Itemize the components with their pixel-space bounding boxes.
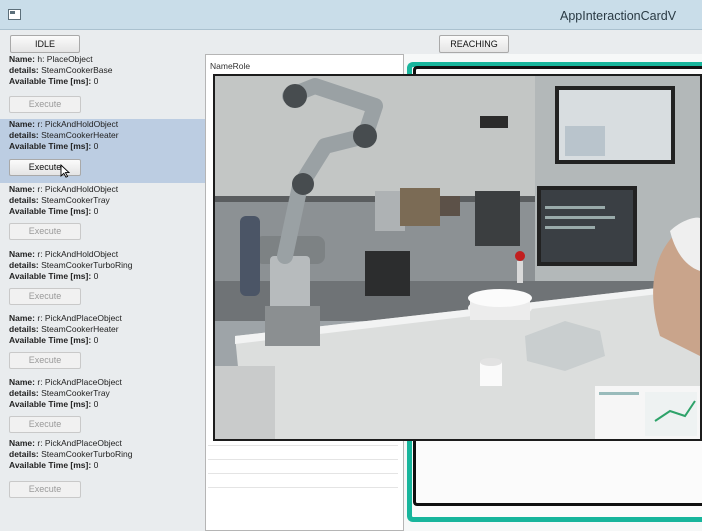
list-divider xyxy=(208,459,398,460)
execute-button[interactable]: Execute xyxy=(9,96,81,113)
details-label: details: xyxy=(9,65,39,75)
reaching-state-button[interactable]: REACHING xyxy=(439,35,509,53)
task-item: Name: h: PlaceObject details: SteamCooke… xyxy=(0,54,205,118)
task-item: Name: r: PickAndPlaceObject details: Ste… xyxy=(0,313,205,377)
available-time-value: 0 xyxy=(93,460,99,470)
task-details: SteamCookerTurboRing xyxy=(41,449,133,459)
task-name: r: PickAndPlaceObject xyxy=(37,313,122,323)
task-details: SteamCookerHeater xyxy=(41,324,119,334)
execute-button[interactable]: Execute xyxy=(9,288,81,305)
execute-button[interactable]: Execute xyxy=(9,223,81,240)
available-time-value: 0 xyxy=(93,271,99,281)
task-details: SteamCookerTurboRing xyxy=(41,260,133,270)
list-divider xyxy=(208,445,398,446)
list-divider xyxy=(208,473,398,474)
list-divider xyxy=(208,487,398,488)
task-item: Name: r: PickAndPlaceObject details: Ste… xyxy=(0,438,205,502)
task-name: r: PickAndHoldObject xyxy=(37,249,119,259)
available-time-value: 0 xyxy=(93,399,99,409)
available-time-label: Available Time [ms]: xyxy=(9,141,92,151)
name-label: Name: xyxy=(9,249,35,259)
camera-video-feed xyxy=(213,74,702,441)
task-name: r: PickAndPlaceObject xyxy=(37,438,122,448)
execute-button[interactable]: Execute xyxy=(9,481,81,498)
name-label: Name: xyxy=(9,438,35,448)
details-label: details: xyxy=(9,195,39,205)
available-time-value: 0 xyxy=(93,206,99,216)
task-name: r: PickAndHoldObject xyxy=(37,184,119,194)
execute-button[interactable]: Execute xyxy=(9,159,81,176)
execute-button[interactable]: Execute xyxy=(9,352,81,369)
name-label: Name: xyxy=(9,119,35,129)
task-name: r: PickAndPlaceObject xyxy=(37,377,122,387)
task-details: SteamCookerTray xyxy=(41,195,110,205)
available-time-label: Available Time [ms]: xyxy=(9,335,92,345)
name-label: Name: xyxy=(9,313,35,323)
execute-button[interactable]: Execute xyxy=(9,416,81,433)
task-item: Name: r: PickAndHoldObject details: Stea… xyxy=(0,184,205,248)
available-time-label: Available Time [ms]: xyxy=(9,76,92,86)
name-label: Name: xyxy=(9,54,35,64)
task-list: Name: h: PlaceObject details: SteamCooke… xyxy=(0,52,205,531)
details-label: details: xyxy=(9,388,39,398)
title-bar: AppInteractionCardV xyxy=(0,0,702,30)
task-item: Name: r: PickAndHoldObject details: Stea… xyxy=(0,249,205,313)
details-label: details: xyxy=(9,260,39,270)
window-icon[interactable] xyxy=(8,9,21,20)
task-details: SteamCookerTray xyxy=(41,388,110,398)
available-time-value: 0 xyxy=(93,76,99,86)
mouse-pointer-icon xyxy=(60,164,70,178)
available-time-value: 0 xyxy=(93,335,99,345)
name-label: Name: xyxy=(9,377,35,387)
task-item: Name: r: PickAndPlaceObject details: Ste… xyxy=(0,377,205,441)
available-time-label: Available Time [ms]: xyxy=(9,271,92,281)
task-details: SteamCookerBase xyxy=(41,65,113,75)
namerole-header: NameRole xyxy=(210,61,251,71)
available-time-label: Available Time [ms]: xyxy=(9,399,92,409)
available-time-label: Available Time [ms]: xyxy=(9,206,92,216)
video-frame-image xyxy=(215,76,700,439)
details-label: details: xyxy=(9,324,39,334)
available-time-value: 0 xyxy=(93,141,99,151)
task-item-selected[interactable]: Name: r: PickAndHoldObject details: Stea… xyxy=(0,119,205,183)
window-title: AppInteractionCardV xyxy=(560,9,677,23)
idle-state-button[interactable]: IDLE xyxy=(10,35,80,53)
task-name: r: PickAndHoldObject xyxy=(37,119,119,129)
name-label: Name: xyxy=(9,184,35,194)
details-label: details: xyxy=(9,449,39,459)
available-time-label: Available Time [ms]: xyxy=(9,460,92,470)
task-details: SteamCookerHeater xyxy=(41,130,119,140)
details-label: details: xyxy=(9,130,39,140)
task-name: h: PlaceObject xyxy=(37,54,93,64)
